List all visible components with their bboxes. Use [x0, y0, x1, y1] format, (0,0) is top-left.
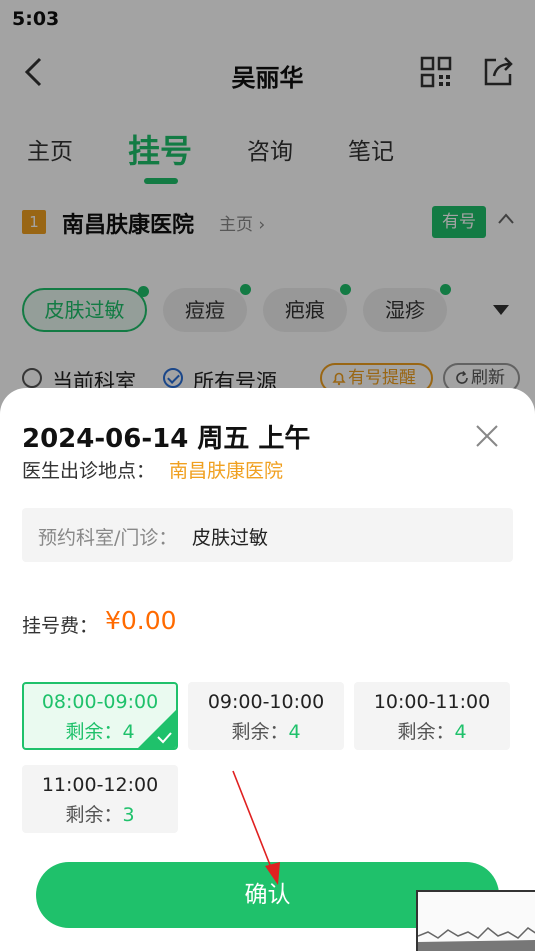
- close-icon[interactable]: [475, 424, 499, 448]
- slot-remaining: 剩余：4: [188, 717, 344, 744]
- time-slot-1100[interactable]: 11:00-12:00 剩余：3: [22, 765, 178, 833]
- department-value: 皮肤过敏: [192, 527, 269, 549]
- fee-value: ¥0.00: [105, 606, 177, 635]
- location-label: 医生出诊地点：: [22, 460, 156, 482]
- slot-remaining: 剩余：4: [354, 717, 510, 744]
- thumbnail-sketch: [418, 926, 535, 951]
- remaining-label: 剩余：: [397, 721, 455, 743]
- corner-thumbnail: [416, 890, 535, 951]
- sheet-title: 2024-06-14 周五 上午: [22, 424, 311, 454]
- time-slot-0900[interactable]: 09:00-10:00 剩余：4: [188, 682, 344, 750]
- remaining-label: 剩余：: [65, 804, 123, 826]
- remaining-label: 剩余：: [231, 721, 289, 743]
- slot-time: 10:00-11:00: [373, 691, 491, 713]
- slot-time: 09:00-10:00: [207, 691, 325, 713]
- slot-time: 11:00-12:00: [41, 774, 159, 796]
- remaining-count: 4: [122, 721, 135, 743]
- time-slot-1000[interactable]: 10:00-11:00 剩余：4: [354, 682, 510, 750]
- department-label: 预约科室/门诊：: [38, 527, 178, 549]
- selected-check-icon: [138, 710, 176, 748]
- remaining-count: 4: [454, 721, 467, 743]
- appointment-sheet: 2024-06-14 周五 上午 医生出诊地点： 南昌肤康医院 预约科室/门诊：…: [0, 388, 535, 951]
- remaining-count: 4: [288, 721, 301, 743]
- slot-remaining: 剩余：3: [22, 800, 178, 827]
- location-value: 南昌肤康医院: [169, 460, 284, 482]
- department-info: 预约科室/门诊： 皮肤过敏: [22, 508, 513, 562]
- remaining-count: 3: [122, 804, 135, 826]
- time-slot-0800[interactable]: 08:00-09:00 剩余：4: [22, 682, 178, 750]
- fee-label: 挂号费：: [22, 615, 99, 637]
- remaining-label: 剩余：: [65, 721, 123, 743]
